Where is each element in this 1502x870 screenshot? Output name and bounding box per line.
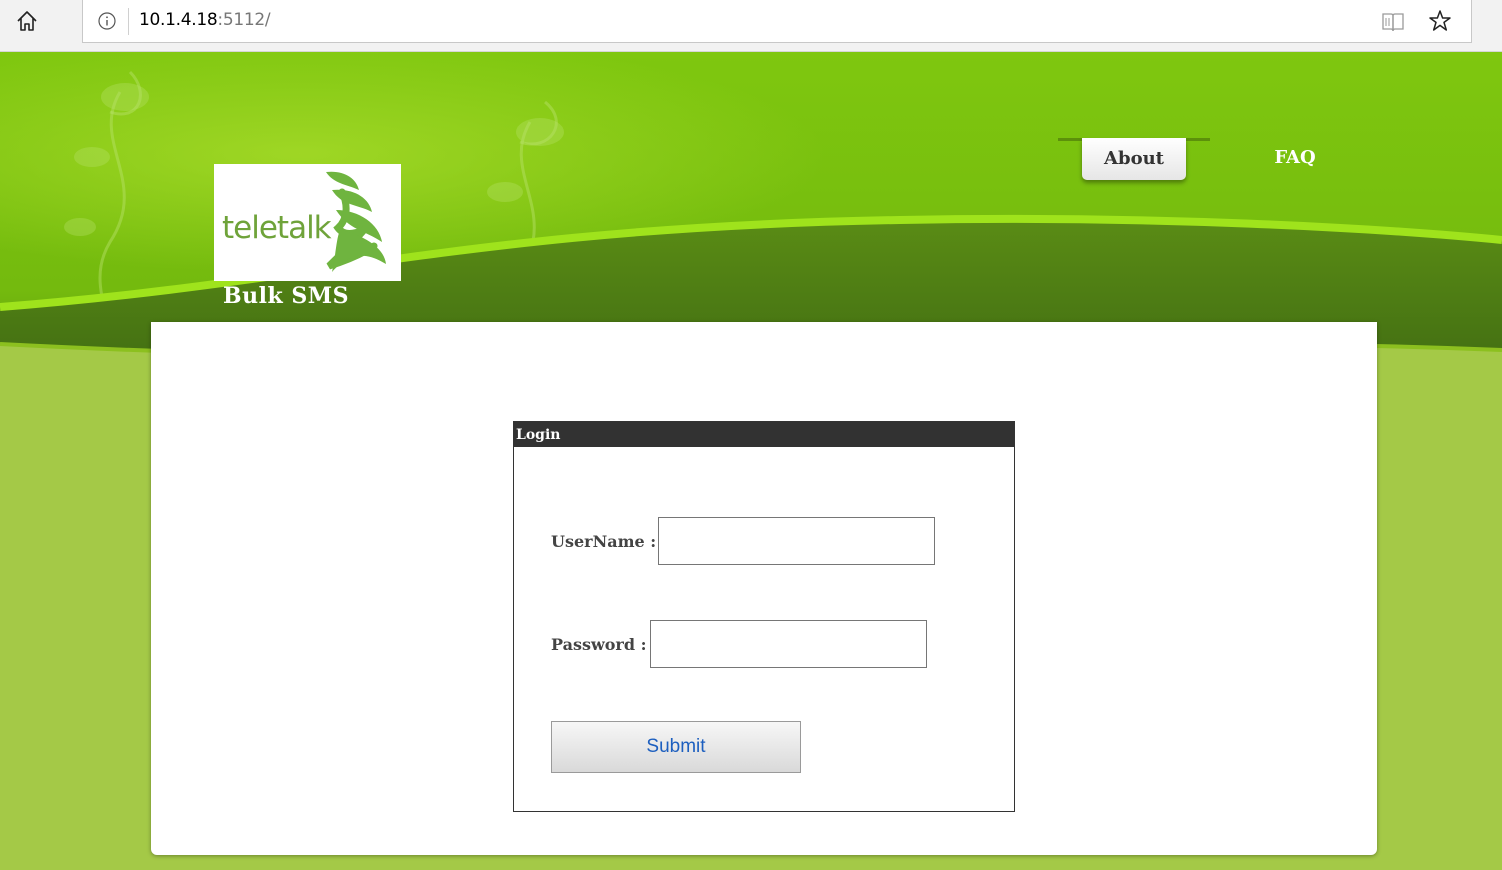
page: teletalk Bulk SMS About FAQ Login UserNa… xyxy=(0,52,1502,870)
nav-faq[interactable]: FAQ xyxy=(1262,142,1328,172)
browser-toolbar: 10.1.4.18:5112/ xyxy=(0,0,1502,52)
home-icon xyxy=(17,11,37,31)
username-label: UserName : xyxy=(551,532,657,551)
username-input[interactable] xyxy=(658,517,935,565)
password-input[interactable] xyxy=(650,620,927,668)
password-label: Password : xyxy=(551,635,647,654)
url-port-path: :5112/ xyxy=(217,10,271,30)
star-icon[interactable] xyxy=(1427,8,1453,34)
brand-subtitle: Bulk SMS xyxy=(223,283,349,309)
logo-text: teletalk xyxy=(222,210,332,246)
nav-about[interactable]: About xyxy=(1082,138,1186,180)
submit-button[interactable]: Submit xyxy=(551,721,801,773)
login-title: Login xyxy=(514,422,1014,447)
address-separator xyxy=(128,8,129,35)
home-button[interactable] xyxy=(12,6,42,36)
info-icon[interactable] xyxy=(97,11,117,31)
url-text[interactable]: 10.1.4.18:5112/ xyxy=(139,10,271,30)
address-bar[interactable]: 10.1.4.18:5112/ xyxy=(82,0,1472,43)
reading-view-icon[interactable] xyxy=(1381,10,1405,34)
teletalk-logo[interactable]: teletalk xyxy=(214,164,401,281)
login-box: Login UserName : Password : Submit xyxy=(513,421,1015,812)
url-host: 10.1.4.18 xyxy=(139,10,218,30)
